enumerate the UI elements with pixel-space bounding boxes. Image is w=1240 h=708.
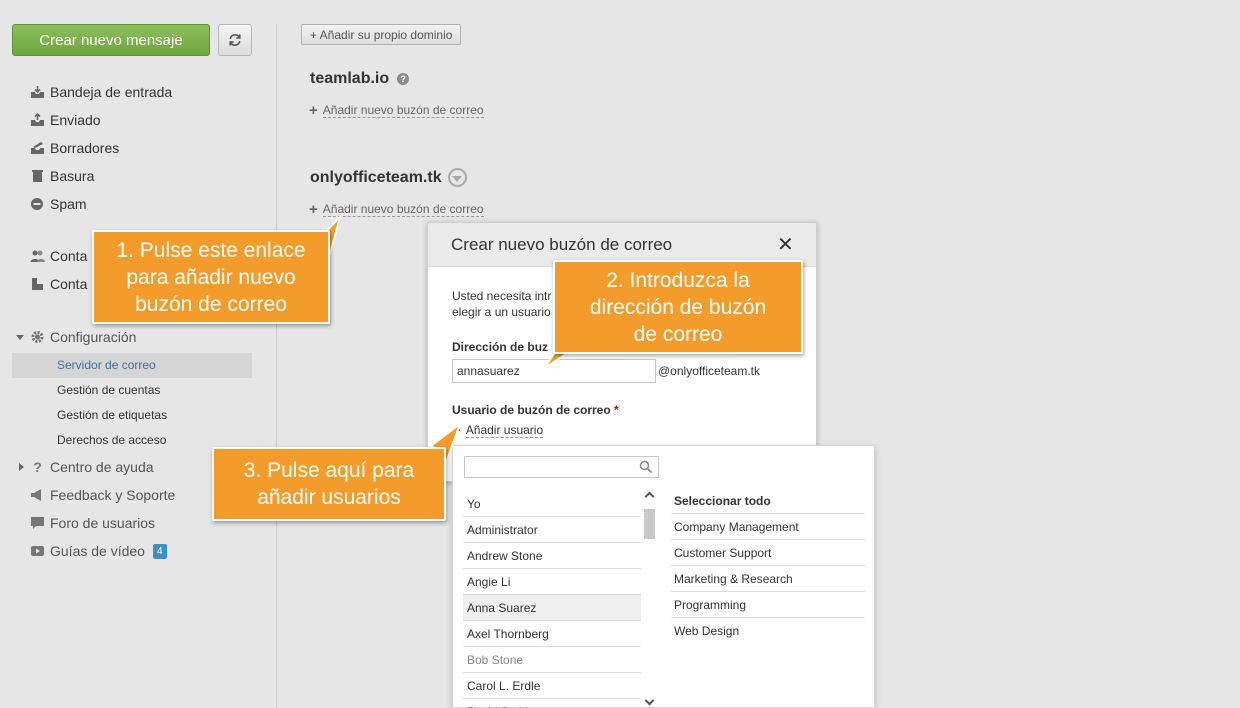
user-row[interactable]: Axel Thornberg: [463, 621, 641, 647]
folder-label: Bandeja de entrada: [50, 84, 173, 100]
user-search-input[interactable]: [464, 456, 659, 478]
user-picker-popup: Yo Administrator Andrew Stone Angie Li A…: [452, 445, 875, 708]
folder-drafts[interactable]: Borradores: [30, 138, 119, 158]
select-all-groups[interactable]: Seleccionar todo: [671, 488, 865, 514]
dialog-description-line2: elegir a un usuario: [452, 305, 551, 319]
folder-label: Borradores: [50, 140, 120, 156]
config-access-rights[interactable]: Derechos de acceso: [57, 433, 166, 447]
plus-icon: +: [309, 101, 318, 119]
sidebar: Crear nuevo mensaje Bandeja de entrada E…: [0, 0, 270, 708]
megaphone-icon: [30, 488, 45, 502]
question-icon: ?: [33, 459, 42, 475]
callout-1: 1. Pulse este enlace para añadir nuevo b…: [92, 230, 330, 324]
mailbox-user-label-text: Usuario de buzón de correo: [452, 403, 611, 417]
add-mailbox-label: Añadir nuevo buzón de correo: [322, 103, 484, 118]
config-tags[interactable]: Gestión de etiquetas: [57, 408, 167, 422]
feedback-support[interactable]: Feedback y Soporte: [30, 485, 175, 505]
group-row[interactable]: Company Management: [671, 514, 865, 540]
user-row[interactable]: Andrew Stone: [463, 543, 641, 569]
feedback-label: Feedback y Soporte: [50, 487, 176, 503]
folder-spam[interactable]: Spam: [30, 194, 87, 214]
video-icon: [30, 544, 45, 558]
folder-sent[interactable]: Enviado: [30, 110, 101, 130]
user-row[interactable]: Bob Stone: [463, 647, 641, 673]
sidebar-divider: [276, 24, 277, 708]
add-mailbox-link-teamlab[interactable]: + Añadir nuevo buzón de correo: [309, 103, 484, 118]
contacts-item-2[interactable]: Conta: [30, 274, 87, 294]
dropdown-arrow-icon[interactable]: [447, 168, 467, 187]
required-mark: *: [614, 403, 619, 417]
videos-count-badge: 4: [152, 543, 167, 559]
folder-label: Spam: [50, 196, 87, 212]
config-label: Configuración: [50, 329, 137, 345]
create-new-message-button[interactable]: Crear nuevo mensaje: [12, 24, 210, 56]
scroll-thumb[interactable]: [644, 509, 655, 539]
contacts-item-1[interactable]: Conta: [30, 246, 87, 266]
dialog-description-line1: Usted necesita intr: [452, 289, 552, 303]
group-row[interactable]: Programming: [671, 592, 865, 618]
domain-name: teamlab.io: [310, 70, 390, 87]
search-icon[interactable]: [639, 460, 653, 474]
user-row[interactable]: Administrator: [463, 517, 641, 543]
domain-title-onlyoffice: onlyofficeteam.tk: [310, 168, 467, 187]
domain-name: onlyofficeteam.tk: [310, 168, 442, 186]
config-accounts[interactable]: Gestión de cuentas: [57, 383, 160, 397]
user-row[interactable]: Angie Li: [463, 569, 641, 595]
user-row[interactable]: Carol L. Erdle: [463, 673, 641, 699]
callout-3: 3. Pulse aquí para añadir usuarios: [212, 447, 446, 521]
group-row[interactable]: Web Design: [671, 618, 865, 644]
help-label: Centro de ayuda: [50, 459, 154, 475]
group-row[interactable]: Marketing & Research: [671, 566, 865, 592]
spam-icon: [30, 197, 45, 211]
video-guides[interactable]: Guías de vídeo 4: [30, 541, 167, 561]
add-user-label: Añadir usuario: [465, 423, 544, 438]
address-label: Dirección de buz: [452, 340, 549, 354]
close-icon[interactable]: ✕: [777, 235, 794, 255]
help-icon[interactable]: ?: [397, 73, 410, 85]
group-row[interactable]: Customer Support: [671, 540, 865, 566]
folder-label: Basura: [50, 168, 95, 184]
callout-2: 2. Introduzca la dirección de buzón de c…: [553, 260, 803, 354]
refresh-icon: [229, 34, 241, 46]
help-center[interactable]: ? Centro de ayuda: [30, 457, 154, 477]
refresh-button[interactable]: [218, 24, 252, 56]
user-row[interactable]: Anna Suarez: [463, 595, 641, 621]
user-row[interactable]: Yo: [463, 491, 641, 517]
chat-bubble-icon: [30, 516, 45, 530]
expand-arrow-icon[interactable]: [19, 463, 24, 471]
trash-icon: [30, 169, 45, 183]
inbox-icon: [30, 85, 45, 99]
group-list: Seleccionar todo Company Management Cust…: [671, 488, 865, 644]
collapse-arrow-icon[interactable]: [16, 335, 24, 340]
address-domain-suffix: @onlyofficeteam.tk: [658, 364, 761, 378]
folder-label: Enviado: [50, 112, 101, 128]
dialog-title: Crear nuevo buzón de correo: [451, 235, 673, 254]
plus-icon: +: [309, 200, 318, 218]
user-list: Yo Administrator Andrew Stone Angie Li A…: [463, 491, 641, 708]
contacts-label: Conta: [50, 248, 88, 264]
contacts-label: Conta: [50, 276, 88, 292]
contacts-icon: [30, 277, 45, 291]
drafts-icon: [30, 141, 45, 155]
people-icon: [30, 249, 45, 263]
config-section[interactable]: Configuración: [30, 327, 136, 347]
scroll-up-icon[interactable]: [644, 491, 655, 502]
forum-label: Foro de usuarios: [50, 515, 156, 531]
folder-trash[interactable]: Basura: [30, 166, 94, 186]
sent-icon: [30, 113, 45, 127]
gear-icon: [30, 330, 45, 344]
user-row[interactable]: David Smith: [463, 699, 641, 708]
mailbox-user-label: Usuario de buzón de correo *: [452, 403, 619, 417]
scroll-down-icon[interactable]: [644, 695, 655, 706]
add-own-domain-button[interactable]: + Añadir su propio dominio: [301, 24, 462, 45]
user-list-scrollbar[interactable]: [642, 491, 657, 708]
config-mail-server[interactable]: Servidor de correo: [57, 358, 156, 372]
user-forum[interactable]: Foro de usuarios: [30, 513, 155, 533]
videos-label: Guías de vídeo: [50, 543, 145, 559]
folder-inbox[interactable]: Bandeja de entrada: [30, 82, 172, 102]
domain-title-teamlab: teamlab.io ?: [310, 70, 410, 88]
